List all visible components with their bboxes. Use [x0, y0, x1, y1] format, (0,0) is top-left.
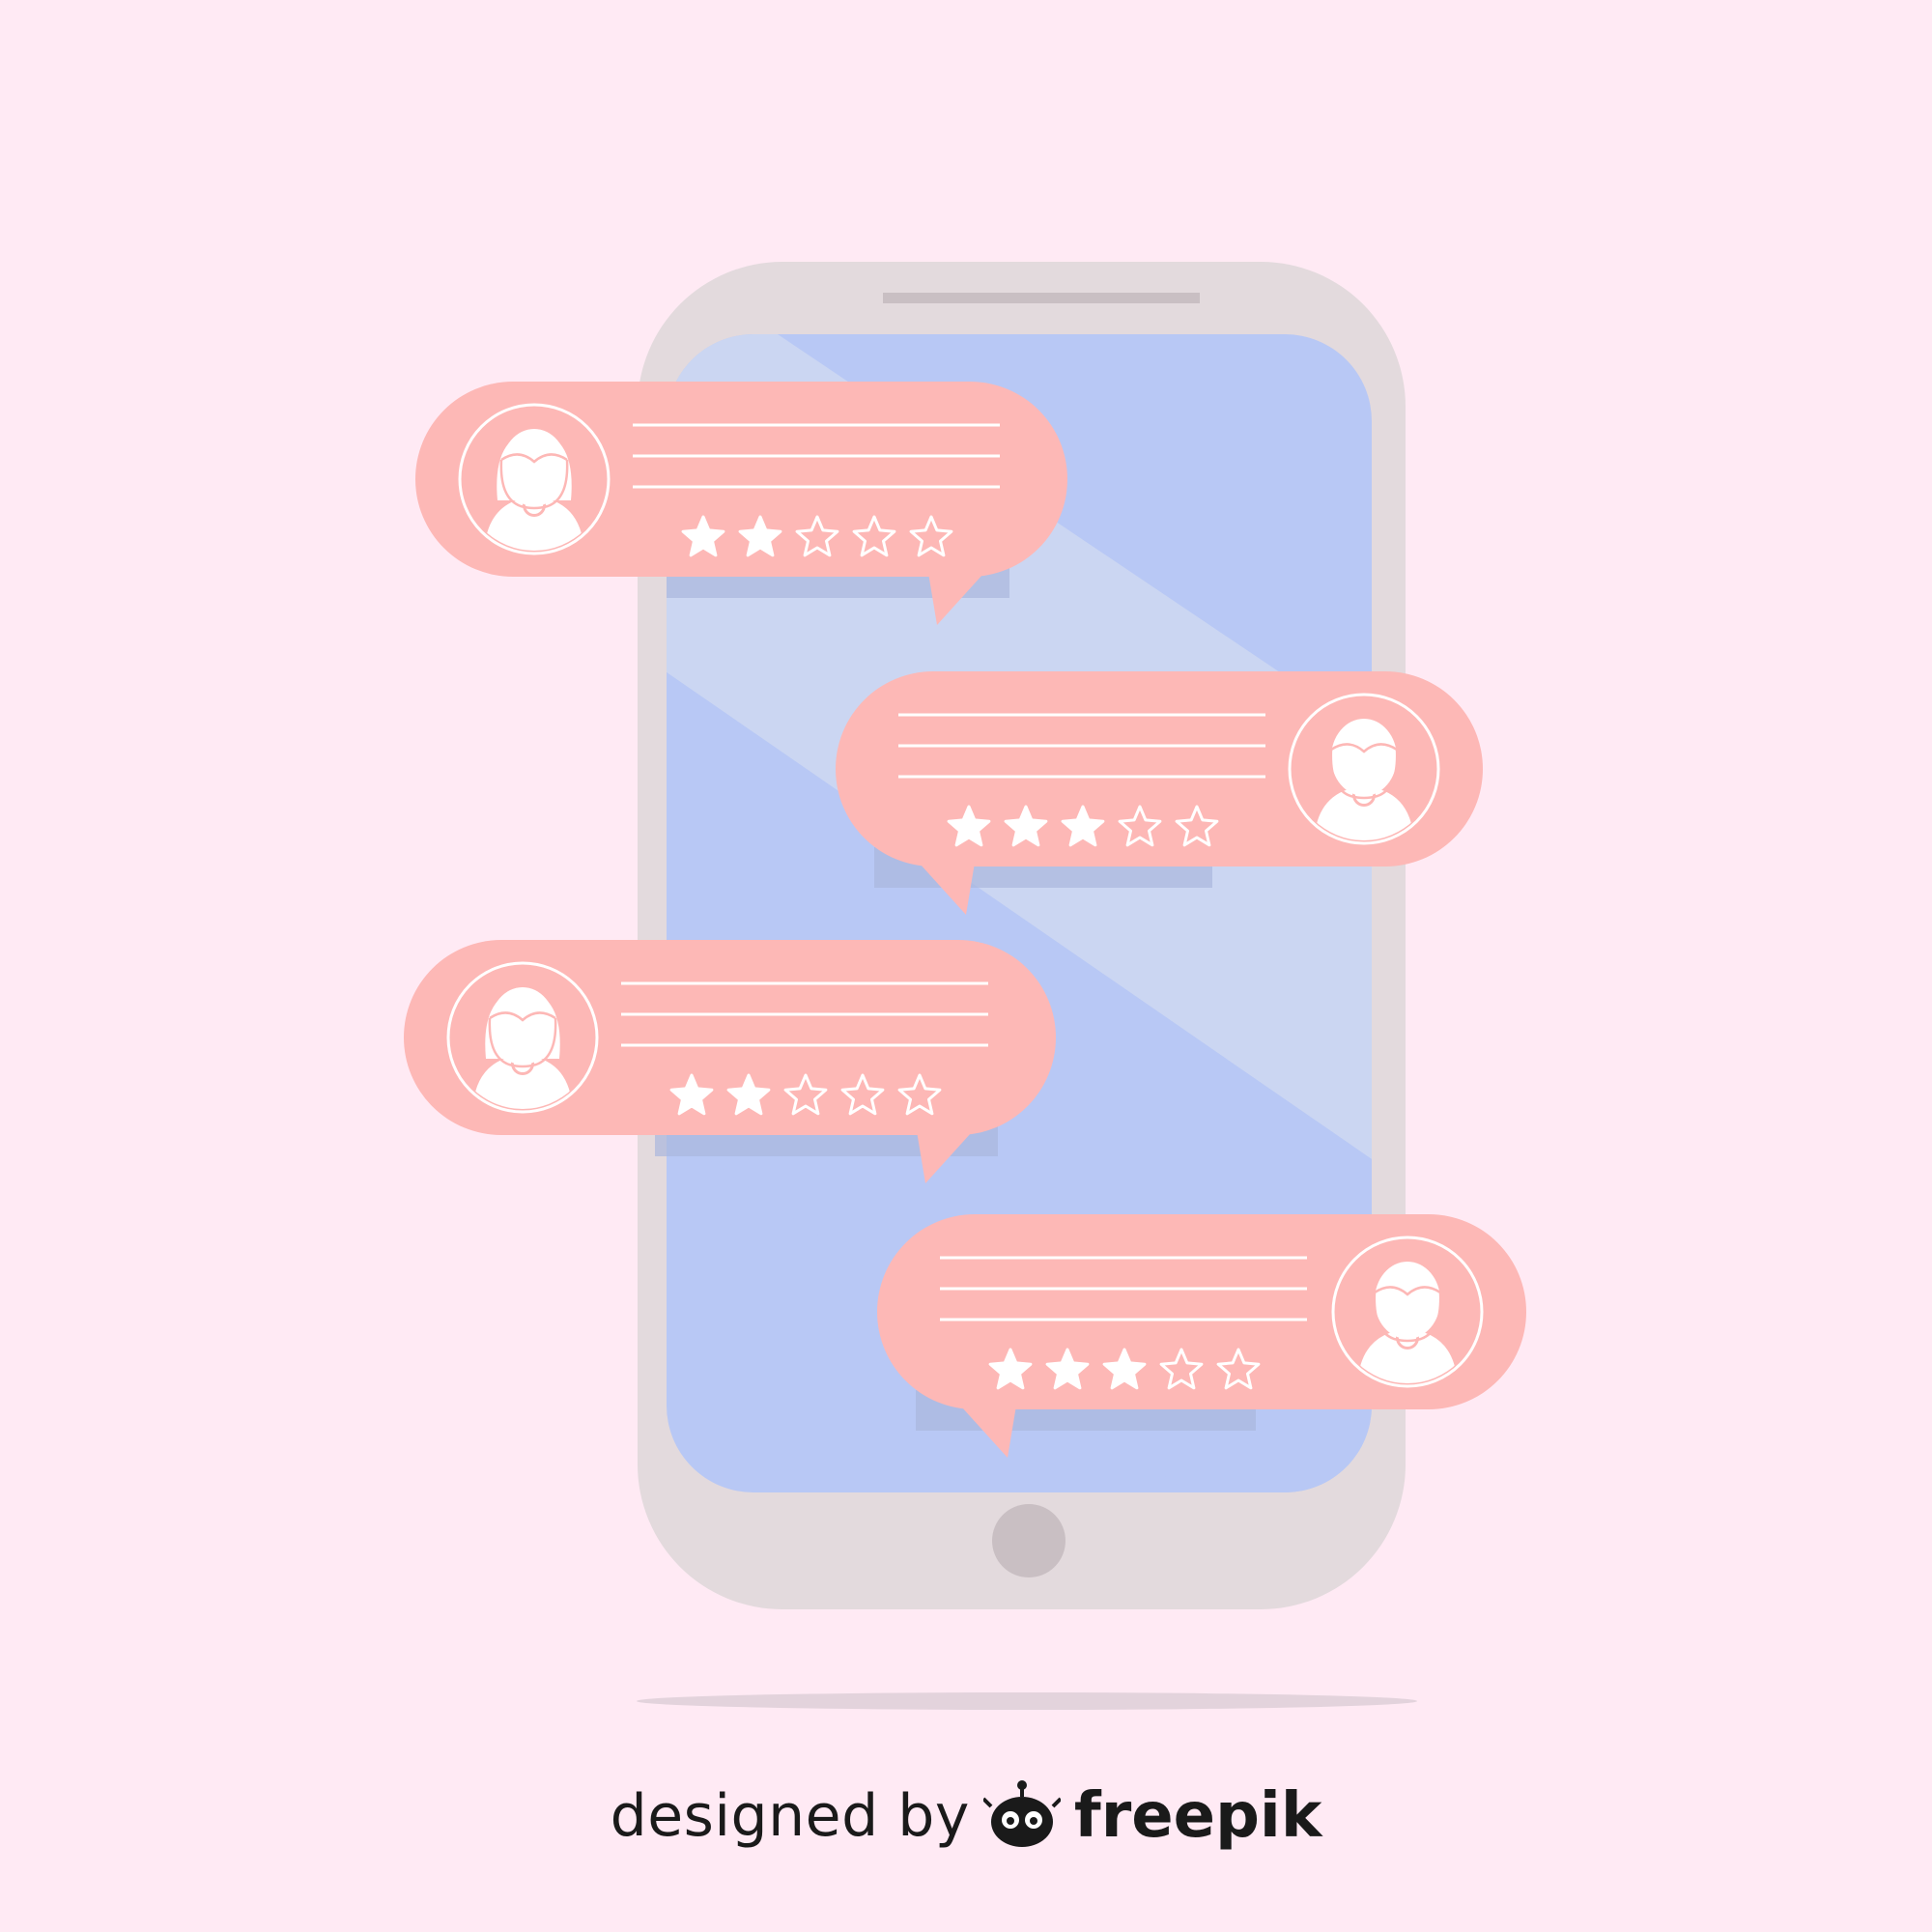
home-button[interactable] [992, 1504, 1065, 1577]
review-bubble[interactable] [415, 382, 1067, 625]
credit-brand: freepik [1073, 1780, 1322, 1852]
floor-shadow [637, 1692, 1417, 1710]
illustration [404, 262, 1526, 1710]
freepik-logo-icon [982, 1780, 1061, 1847]
phone-speaker [883, 293, 1200, 303]
review-bubble[interactable] [404, 940, 1056, 1183]
review-bubble[interactable] [877, 1214, 1526, 1458]
credit: designed by freepik [0, 1777, 1932, 1855]
credit-prefix: designed by [610, 1782, 970, 1850]
